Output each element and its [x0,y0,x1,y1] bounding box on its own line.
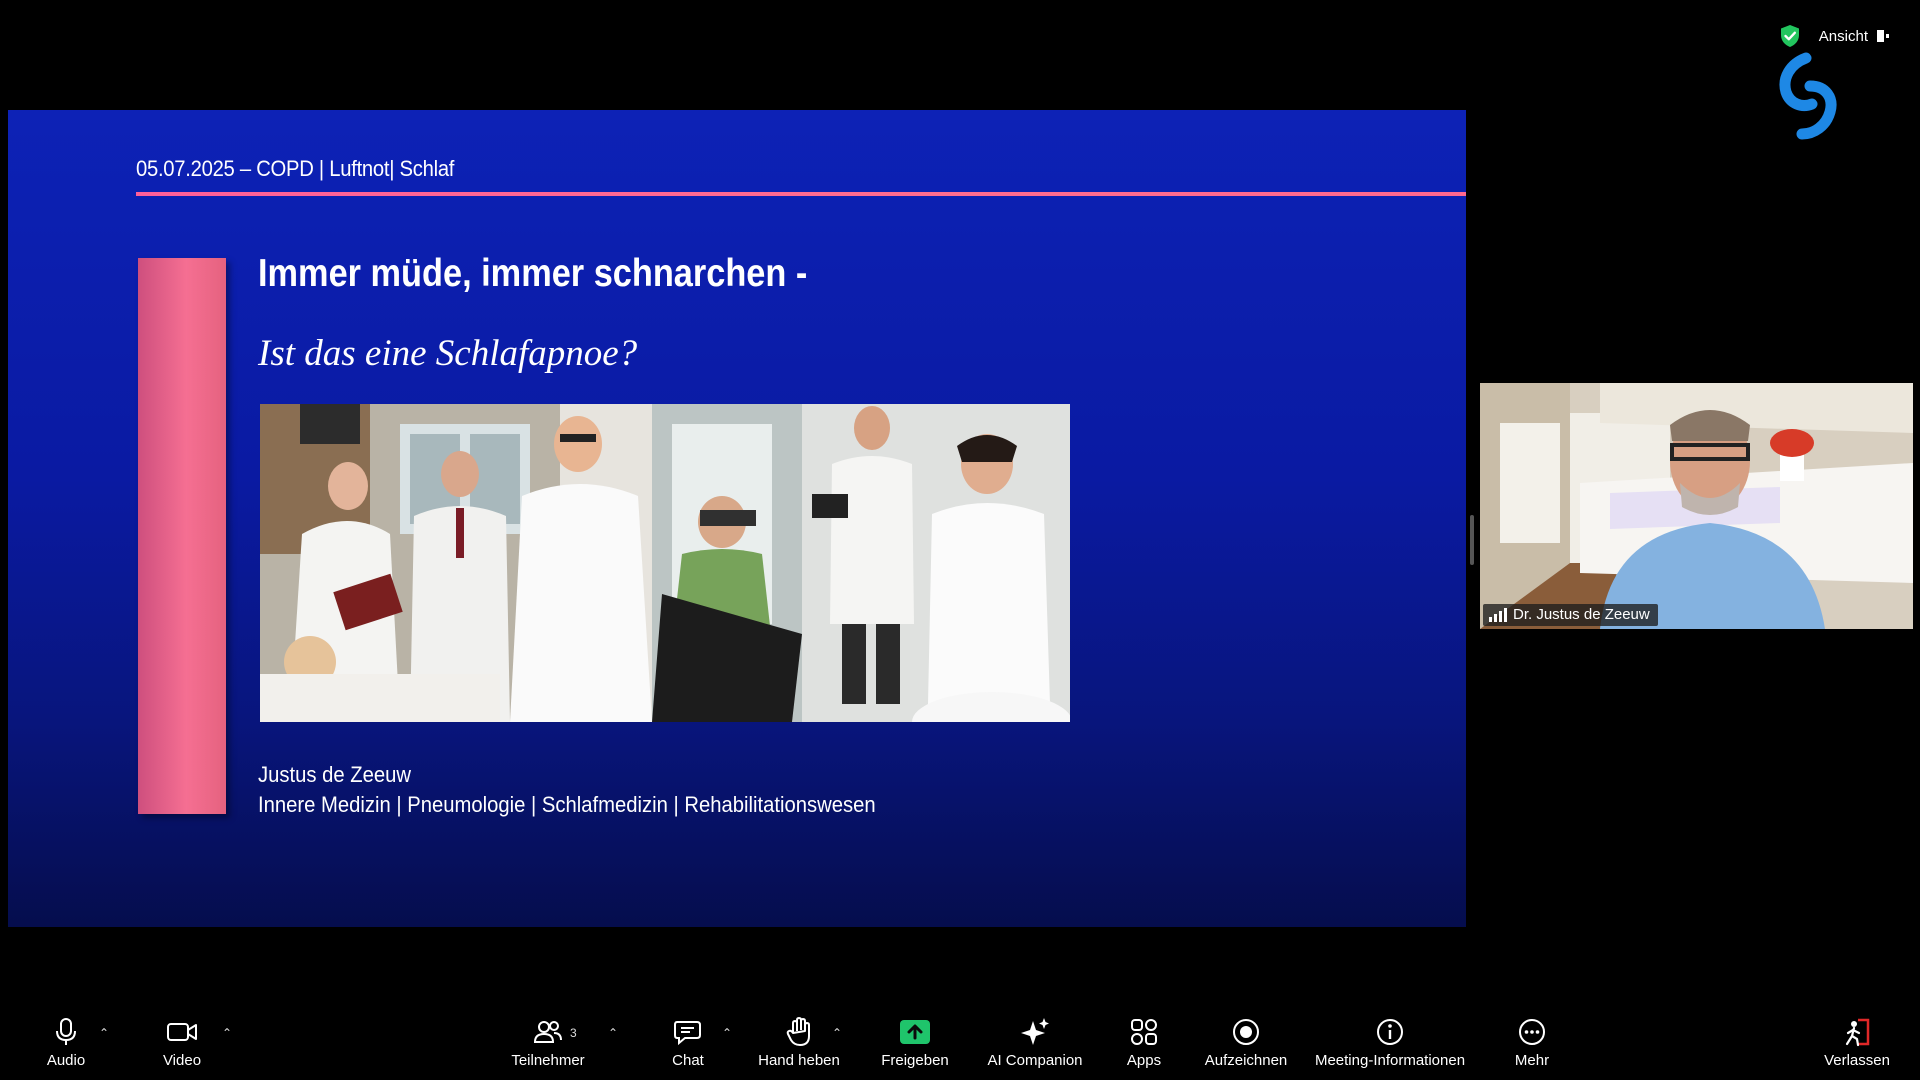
participant-video-tile[interactable]: Dr. Justus de Zeeuw [1480,383,1913,629]
chat-button[interactable]: Chat [666,1012,710,1080]
participant-name: Dr. Justus de Zeeuw [1513,606,1650,623]
participants-count: 3 [570,1026,577,1040]
encryption-shield-icon[interactable] [1779,24,1801,48]
apps-button[interactable]: Apps [1124,1012,1164,1080]
record-icon [1233,1019,1259,1045]
meeting-info-label: Meeting-Informationen [1314,1052,1466,1069]
audio-options-chevron-icon[interactable]: ⌃ [99,1026,109,1040]
slide-divider [136,192,1466,196]
photo-sleep-lab [652,404,1070,722]
share-button[interactable]: Freigeben [878,1012,952,1080]
view-button[interactable]: Ansicht [1819,28,1890,45]
slide-photo [260,404,1070,722]
participants-options-chevron-icon[interactable]: ⌃ [608,1026,618,1040]
raise-hand-button[interactable]: Hand heben [756,1012,842,1080]
participants-icon [533,1021,562,1043]
audio-label: Audio [46,1052,86,1069]
more-label: Mehr [1514,1052,1550,1069]
share-screen-icon [900,1020,930,1044]
slide-accent-bar [138,258,226,814]
meeting-toolbar: Audio ⌃ Video ⌃ Teilnehmer 3 ⌃ Chat ⌃ Ha… [0,1012,1920,1080]
ai-companion-label: AI Companion [987,1052,1083,1069]
chat-label: Chat [672,1052,704,1069]
meeting-info-button[interactable]: Meeting-Informationen [1308,1012,1472,1080]
video-options-chevron-icon[interactable]: ⌃ [222,1026,232,1040]
split-resize-handle[interactable] [1470,515,1474,565]
slide-subtitle: Ist das eine Schlafapnoe? [258,333,638,374]
more-icon [1519,1019,1545,1045]
view-label: Ansicht [1818,27,1868,45]
participants-button[interactable]: Teilnehmer [508,1012,588,1080]
view-layout-icon [1877,30,1889,42]
share-label: Freigeben [881,1052,949,1069]
video-label: Video [162,1052,202,1069]
reactions-options-chevron-icon[interactable]: ⌃ [832,1026,842,1040]
shared-slide: 05.07.2025 – COPD | Luftnot| Schlaf Imme… [8,110,1466,927]
apps-label: Apps [1126,1052,1162,1069]
signal-bars-icon [1489,607,1507,622]
camera-icon [167,1023,197,1041]
microphone-icon [56,1018,76,1045]
leave-button[interactable]: Verlassen [1822,1012,1892,1080]
participants-label: Teilnehmer [511,1052,585,1069]
chat-icon [674,1021,701,1046]
brand-logo-icon [1779,52,1837,140]
raise-hand-label: Hand heben [758,1052,840,1069]
top-bar-right: Ansicht [1779,24,1890,48]
slide-specialties: Innere Medizin | Pneumologie | Schlafmed… [258,792,876,817]
slide-title: Immer müde, immer schnarchen - [258,252,808,295]
info-icon [1377,1019,1403,1045]
apps-icon [1131,1019,1157,1045]
leave-label: Verlassen [1824,1052,1890,1069]
sparkle-icon [1021,1018,1049,1045]
photo-doctors-with-patient [260,404,652,722]
video-button[interactable]: Video [160,1012,204,1080]
record-button[interactable]: Aufzeichnen [1204,1012,1288,1080]
record-label: Aufzeichnen [1204,1052,1288,1069]
participant-name-tag: Dr. Justus de Zeeuw [1483,604,1658,626]
ai-companion-button[interactable]: AI Companion [984,1012,1086,1080]
slide-header-line: 05.07.2025 – COPD | Luftnot| Schlaf [136,156,455,181]
participant-video-frame [1480,383,1913,629]
hand-icon [786,1017,810,1046]
leave-icon [1845,1018,1870,1047]
chat-options-chevron-icon[interactable]: ⌃ [722,1026,732,1040]
slide-author: Justus de Zeeuw [258,762,412,787]
audio-button[interactable]: Audio [44,1012,88,1080]
more-button[interactable]: Mehr [1512,1012,1552,1080]
